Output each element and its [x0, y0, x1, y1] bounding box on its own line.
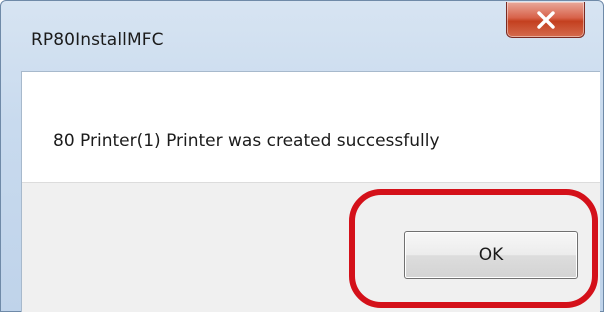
dialog-message: 80 Printer(1) Printer was created succes… — [53, 131, 440, 151]
dialog-client-area: 80 Printer(1) Printer was created succes… — [21, 71, 600, 312]
dialog-window: RP80InstallMFC 80 Printer(1) Printer was… — [0, 0, 604, 312]
close-button[interactable] — [506, 2, 585, 38]
close-x-icon — [507, 2, 584, 37]
dialog-button-bar: OK — [22, 182, 600, 312]
window-title: RP80InstallMFC — [31, 30, 164, 50]
ok-button[interactable]: OK — [404, 231, 578, 279]
